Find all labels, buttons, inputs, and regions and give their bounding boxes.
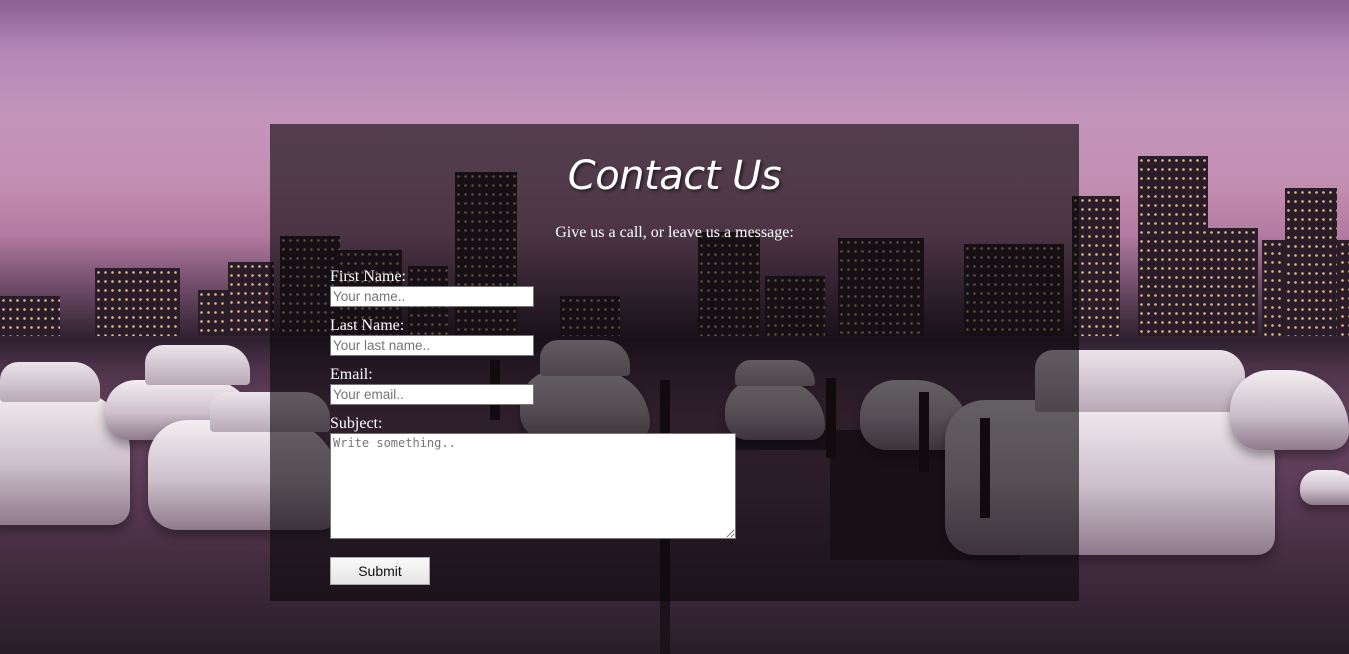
submit-button[interactable]: Submit: [330, 557, 430, 585]
last-name-label: Last Name:: [330, 317, 405, 334]
first-name-label: First Name:: [330, 268, 406, 285]
page-title: Contact Us: [567, 153, 782, 199]
subject-label: Subject:: [330, 415, 383, 432]
first-name-input[interactable]: [330, 286, 534, 307]
email-label: Email:: [330, 366, 373, 383]
contact-form: First Name: Last Name: Email: Subject: S…: [330, 268, 750, 585]
email-input[interactable]: [330, 384, 534, 405]
last-name-input[interactable]: [330, 335, 534, 356]
subject-textarea[interactable]: [330, 433, 736, 539]
contact-tagline: Give us a call, or leave us a message:: [555, 224, 794, 241]
